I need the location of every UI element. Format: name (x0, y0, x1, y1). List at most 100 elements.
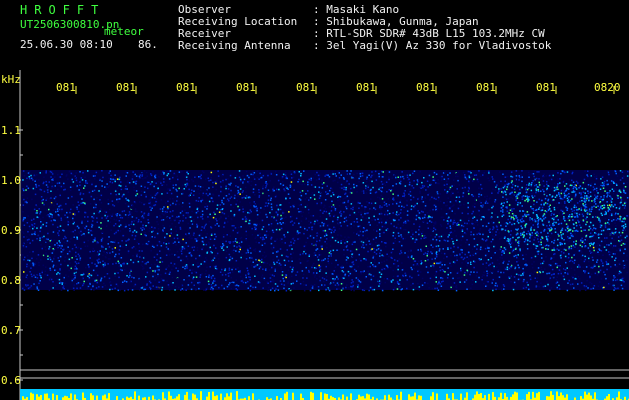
speckle (362, 270, 364, 273)
speckle (580, 255, 583, 258)
speckle (65, 216, 67, 219)
speckle (434, 228, 437, 231)
speckle (208, 187, 210, 189)
speckle (537, 235, 540, 237)
speckle (384, 242, 387, 244)
speckle (362, 241, 365, 244)
speckle (98, 211, 100, 214)
speckle (317, 174, 320, 177)
speckle (174, 226, 177, 228)
speckle (481, 205, 484, 208)
speckle (342, 177, 345, 179)
speckle (125, 244, 127, 246)
speckle (207, 216, 209, 218)
speckle (582, 225, 584, 227)
speckle (550, 214, 552, 216)
speckle (419, 190, 421, 193)
speckle (354, 241, 356, 243)
speckle (52, 231, 55, 233)
speckle (254, 275, 256, 277)
speckle (355, 277, 358, 279)
speckle (160, 173, 163, 176)
speckle (249, 260, 252, 263)
speckle (530, 228, 532, 230)
speckle (306, 196, 308, 199)
speckle (304, 206, 307, 208)
speckle (447, 212, 449, 214)
speckle (450, 231, 452, 233)
speckle (371, 287, 373, 290)
speckle (293, 237, 295, 239)
speckle (31, 233, 33, 236)
speckle (337, 199, 339, 202)
speckle (76, 238, 79, 240)
speckle (343, 217, 346, 220)
speckle (358, 177, 360, 180)
speckle (169, 235, 171, 237)
speckle (538, 285, 541, 288)
speckle (120, 224, 122, 226)
speckle (72, 213, 75, 215)
speckle (77, 262, 80, 264)
speckle (550, 264, 552, 267)
speckle (392, 242, 395, 244)
speckle (328, 228, 331, 230)
speckle (375, 249, 378, 251)
speckle (91, 230, 94, 233)
speckle (422, 201, 425, 203)
speckle (192, 180, 195, 182)
speckle (363, 227, 365, 230)
speckle (576, 266, 579, 268)
speckle (181, 288, 184, 290)
speckle (53, 239, 56, 241)
speckle (623, 246, 625, 248)
speckle (314, 252, 316, 255)
speckle (483, 282, 485, 285)
speckle (439, 193, 442, 195)
speckle (521, 254, 524, 256)
speckle (533, 209, 535, 212)
speckle (360, 271, 362, 273)
speckle (398, 283, 401, 285)
speckle (500, 224, 502, 227)
speckle (156, 288, 158, 290)
speckle (556, 266, 558, 269)
speckle (419, 231, 421, 233)
speckle (472, 217, 474, 219)
speckle (489, 270, 491, 273)
speckle (414, 260, 417, 262)
speckle (398, 286, 400, 288)
speckle (587, 190, 589, 192)
speckle (132, 261, 135, 264)
speckle (502, 209, 504, 211)
speckle (246, 248, 249, 251)
speckle (419, 271, 422, 273)
speckle (230, 218, 232, 220)
speckle (372, 186, 374, 189)
speckle (517, 254, 519, 256)
speckle (610, 182, 612, 185)
speckle (619, 206, 621, 208)
speckle (536, 201, 538, 203)
speckle (221, 211, 224, 214)
speckle (291, 260, 293, 262)
speckle (364, 212, 366, 215)
speckle (315, 179, 318, 181)
speckle (303, 232, 305, 235)
speckle (56, 278, 59, 280)
speckle (345, 186, 347, 189)
speckle (105, 253, 108, 255)
speckle (310, 226, 313, 229)
speckle (234, 240, 237, 242)
speckle (507, 192, 509, 194)
speckle (318, 289, 320, 292)
speckle (398, 205, 400, 207)
speckle (210, 177, 212, 179)
speckle (492, 238, 494, 241)
speckle (237, 189, 239, 192)
speckle (92, 247, 94, 250)
speckle (40, 258, 42, 261)
speckle (333, 215, 335, 218)
speckle (290, 181, 293, 183)
speckle (265, 185, 268, 187)
